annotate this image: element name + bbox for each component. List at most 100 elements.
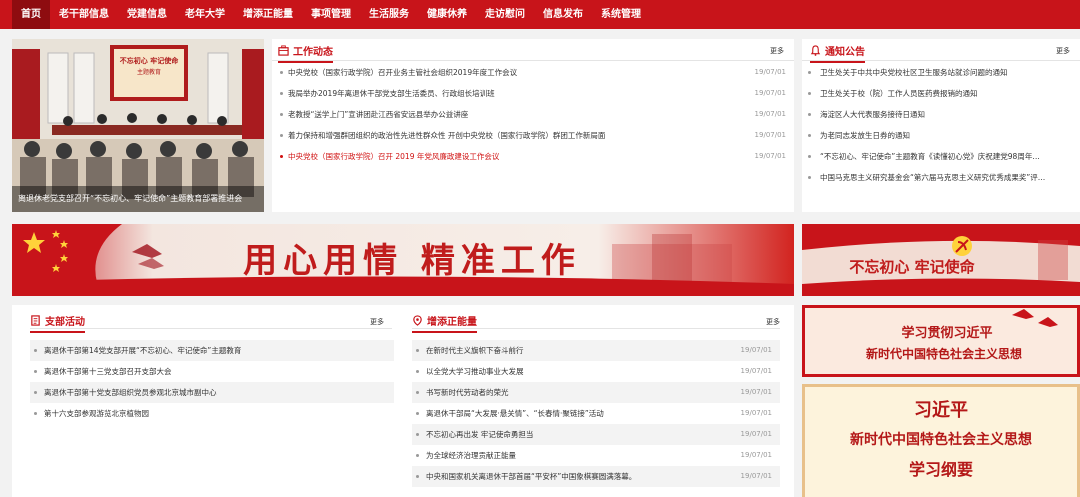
bullet-icon — [280, 71, 283, 74]
list-item-text[interactable]: 不忘初心再出发 牢记使命勇担当 — [426, 424, 533, 445]
board-line2: 主题教育 — [137, 68, 161, 76]
notice-title-text: 通知公告 — [825, 47, 865, 58]
bullet-icon — [34, 370, 37, 373]
bullet-icon — [808, 71, 811, 74]
positive-energy-more-link[interactable]: 更多 — [766, 317, 780, 327]
board-line1: 不忘初心 牢记使命 — [120, 56, 179, 65]
list-item-text[interactable]: 中央党校（国家行政学院）召开业务主管社会组织2019年度工作会议 — [288, 62, 517, 83]
top-nav: 首页 老干部信息 党建信息 老年大学 增添正能量 事项管理 生活服务 健康休养 走访慰问 信息发布… — [0, 0, 1080, 29]
positive-energy-list: 在新时代主义旗帜下奋斗前行 19/07/01 以全党大学习推动事业大发展 19/07/… — [412, 340, 780, 487]
side-banner-mission-text: 不忘初心 牢记使命 — [849, 258, 975, 276]
branch-activity-panel: 支部活动 更多 离退休干部第14党支部开展“不忘初心、牢记使命”主题教育 离退休干… — [12, 305, 402, 497]
list-item-date: 19/07/01 — [754, 89, 786, 97]
list-item-text[interactable]: “不忘初心、牢记使命”主题教育《读懂初心党》庆祝建党98周年… — [820, 146, 1040, 167]
list-item-text[interactable]: 离退休干部局“大发展·悬关情”、“长春情·聚链接”活动 — [426, 403, 604, 424]
list-item[interactable]: 卫生处关于中共中央党校社区卫生服务站就诊问题的通知 — [802, 62, 1080, 83]
list-item-text[interactable]: 离退休干部第14党支部开展“不忘初心、牢记使命”主题教育 — [44, 340, 241, 361]
work-news-list: 中央党校（国家行政学院）召开业务主管社会组织2019年度工作会议 19/07/01… — [272, 61, 794, 167]
list-item-text[interactable]: 为全球经济治理贡献正能量 — [426, 445, 516, 466]
nav-item-6[interactable]: 生活服务 — [360, 0, 418, 29]
notice-panel: 通知公告 更多 卫生处关于中共中央党校社区卫生服务站就诊问题的通知 卫生处关于校（… — [802, 39, 1080, 212]
list-item[interactable]: 离退休干部第14党支部开展“不忘初心、牢记使命”主题教育 — [30, 340, 394, 361]
bullet-icon — [808, 155, 811, 158]
list-item[interactable]: 不忘初心再出发 牢记使命勇担当 19/07/01 — [412, 424, 780, 445]
list-item-text[interactable]: 海淀区人大代表服务接待日通知 — [820, 104, 925, 125]
briefcase-icon — [278, 45, 289, 56]
nav-item-1[interactable]: 老干部信息 — [50, 0, 118, 29]
list-item-text[interactable]: 中国马克思主义研究基金会“第六届马克思主义研究优秀成果奖”评… — [820, 167, 1045, 188]
notice-title: 通知公告 — [810, 43, 865, 63]
list-item-text[interactable]: 离退休干部第十三党支部召开支部大会 — [44, 361, 172, 382]
list-item[interactable]: 为老同志发放生日券的通知 — [802, 125, 1080, 146]
nav-item-3[interactable]: 老年大学 — [176, 0, 234, 29]
list-item[interactable]: 海淀区人大代表服务接待日通知 — [802, 104, 1080, 125]
list-item-text[interactable]: 以全党大学习推动事业大发展 — [426, 361, 524, 382]
list-item[interactable]: 卫生处关于校（院）工作人员医药费报销的通知 — [802, 83, 1080, 104]
party-emblem-icon — [952, 236, 972, 256]
bullet-icon — [416, 370, 419, 373]
list-item-date: 19/07/01 — [740, 451, 772, 459]
list-item[interactable]: 离退休干部局“大发展·悬关情”、“长春情·聚链接”活动 19/07/01 — [412, 403, 780, 424]
list-item-date: 19/07/01 — [754, 152, 786, 160]
photo-caption[interactable]: 离退休老党支部召开“不忘初心、牢记使命”主题教育部署推进会 — [12, 186, 264, 212]
bullet-icon — [416, 391, 419, 394]
list-item[interactable]: 离退休干部第十党支部组织党员参观北京城市副中心 — [30, 382, 394, 403]
nav-item-5[interactable]: 事项管理 — [302, 0, 360, 29]
list-item-date: 19/07/01 — [754, 131, 786, 139]
nav-item-7[interactable]: 健康休养 — [418, 0, 476, 29]
nav-item-4[interactable]: 增添正能量 — [234, 0, 302, 29]
nav-item-2[interactable]: 党建信息 — [118, 0, 176, 29]
nav-item-8[interactable]: 走访慰问 — [476, 0, 534, 29]
branch-activity-title: 支部活动 — [30, 313, 85, 333]
side-banner-mission[interactable]: 不忘初心 牢记使命 — [802, 224, 1080, 296]
list-item[interactable]: 着力保持和增强群团组织的政治性先进性群众性 开创中央党校（国家行政学院）群团工作… — [272, 125, 794, 146]
bullet-icon — [416, 475, 419, 478]
main-banner[interactable]: 用心用情 精准工作 — [12, 224, 794, 296]
list-item-text[interactable]: 卫生处关于中共中央党校社区卫生服务站就诊问题的通知 — [820, 62, 1008, 83]
side-banner-outline-line1: 习近平 — [914, 399, 968, 421]
list-item-text[interactable]: 在新时代主义旗帜下奋斗前行 — [426, 340, 524, 361]
list-item-text[interactable]: 书写新时代劳动者的荣光 — [426, 382, 509, 403]
list-item-text[interactable]: 老教授“送学上门”宣讲团赴江西省安远县举办公益讲座 — [288, 104, 468, 125]
branch-activity-title-text: 支部活动 — [45, 317, 85, 328]
bullet-icon — [416, 454, 419, 457]
list-item[interactable]: 中央党校（国家行政学院）召开 2019 年党风廉政建设工作会议 19/07/01 — [272, 146, 794, 167]
list-item[interactable]: 离退休干部第十三党支部召开支部大会 — [30, 361, 394, 382]
bullet-icon — [416, 412, 419, 415]
list-item-text[interactable]: 第十六支部参观游览北京植物园 — [44, 403, 149, 424]
nav-item-0[interactable]: 首页 — [12, 0, 50, 29]
side-banner-study[interactable]: 学习贯彻习近平 新时代中国特色社会主义思想 — [802, 305, 1080, 377]
nav-item-10[interactable]: 系统管理 — [592, 0, 650, 29]
list-item-text[interactable]: 为老同志发放生日券的通知 — [820, 125, 910, 146]
list-item-text[interactable]: 卫生处关于校（院）工作人员医药费报销的通知 — [820, 83, 978, 104]
side-banner-study-art: 学习贯彻习近平 新时代中国特色社会主义思想 — [802, 305, 1080, 377]
side-banner-outline-line3: 学习纲要 — [909, 460, 973, 479]
list-item[interactable]: 中央和国家机关离退休干部首届“平安杯”中国象棋赛圆满落幕。 19/07/01 — [412, 466, 780, 487]
nav-item-9[interactable]: 信息发布 — [534, 0, 592, 29]
bullet-icon — [808, 92, 811, 95]
bullet-icon — [808, 113, 811, 116]
side-banner-outline-art: 习近平 新时代中国特色社会主义思想 学习纲要 — [802, 384, 1080, 497]
list-item[interactable]: 中央党校（国家行政学院）召开业务主管社会组织2019年度工作会议 19/07/01 — [272, 62, 794, 83]
list-item-text[interactable]: 离退休干部第十党支部组织党员参观北京城市副中心 — [44, 382, 217, 403]
notice-more-link[interactable]: 更多 — [1056, 46, 1070, 56]
list-item[interactable]: 以全党大学习推动事业大发展 19/07/01 — [412, 361, 780, 382]
list-item-date: 19/07/01 — [740, 367, 772, 375]
list-item[interactable]: 书写新时代劳动者的荣光 19/07/01 — [412, 382, 780, 403]
work-news-more-link[interactable]: 更多 — [770, 46, 784, 56]
list-item[interactable]: 老教授“送学上门”宣讲团赴江西省安远县举办公益讲座 19/07/01 — [272, 104, 794, 125]
list-item-text[interactable]: 我局举办2019年离退休干部党支部生活委员、行政组长培训班 — [288, 83, 495, 104]
list-item[interactable]: “不忘初心、牢记使命”主题教育《读懂初心党》庆祝建党98周年… — [802, 146, 1080, 167]
list-item-text[interactable]: 着力保持和增强群团组织的政治性先进性群众性 开创中央党校（国家行政学院）群团工作… — [288, 125, 605, 146]
news-photo[interactable]: 不忘初心 牢记使命 主题教育 离退休老党支部召开“不忘初心、牢记使命”主题教育部… — [12, 39, 264, 212]
side-banner-outline[interactable]: 习近平 新时代中国特色社会主义思想 学习纲要 — [802, 384, 1080, 497]
list-item-date: 19/07/01 — [740, 346, 772, 354]
branch-activity-more-link[interactable]: 更多 — [370, 317, 384, 327]
list-item[interactable]: 在新时代主义旗帜下奋斗前行 19/07/01 — [412, 340, 780, 361]
list-item-text[interactable]: 中央和国家机关离退休干部首届“平安杯”中国象棋赛圆满落幕。 — [426, 466, 636, 487]
list-item[interactable]: 第十六支部参观游览北京植物园 — [30, 403, 394, 424]
list-item[interactable]: 为全球经济治理贡献正能量 19/07/01 — [412, 445, 780, 466]
list-item[interactable]: 中国马克思主义研究基金会“第六届马克思主义研究优秀成果奖”评… — [802, 167, 1080, 188]
list-item[interactable]: 我局举办2019年离退休干部党支部生活委员、行政组长培训班 19/07/01 — [272, 83, 794, 104]
list-item-text[interactable]: 中央党校（国家行政学院）召开 2019 年党风廉政建设工作会议 — [288, 146, 499, 167]
